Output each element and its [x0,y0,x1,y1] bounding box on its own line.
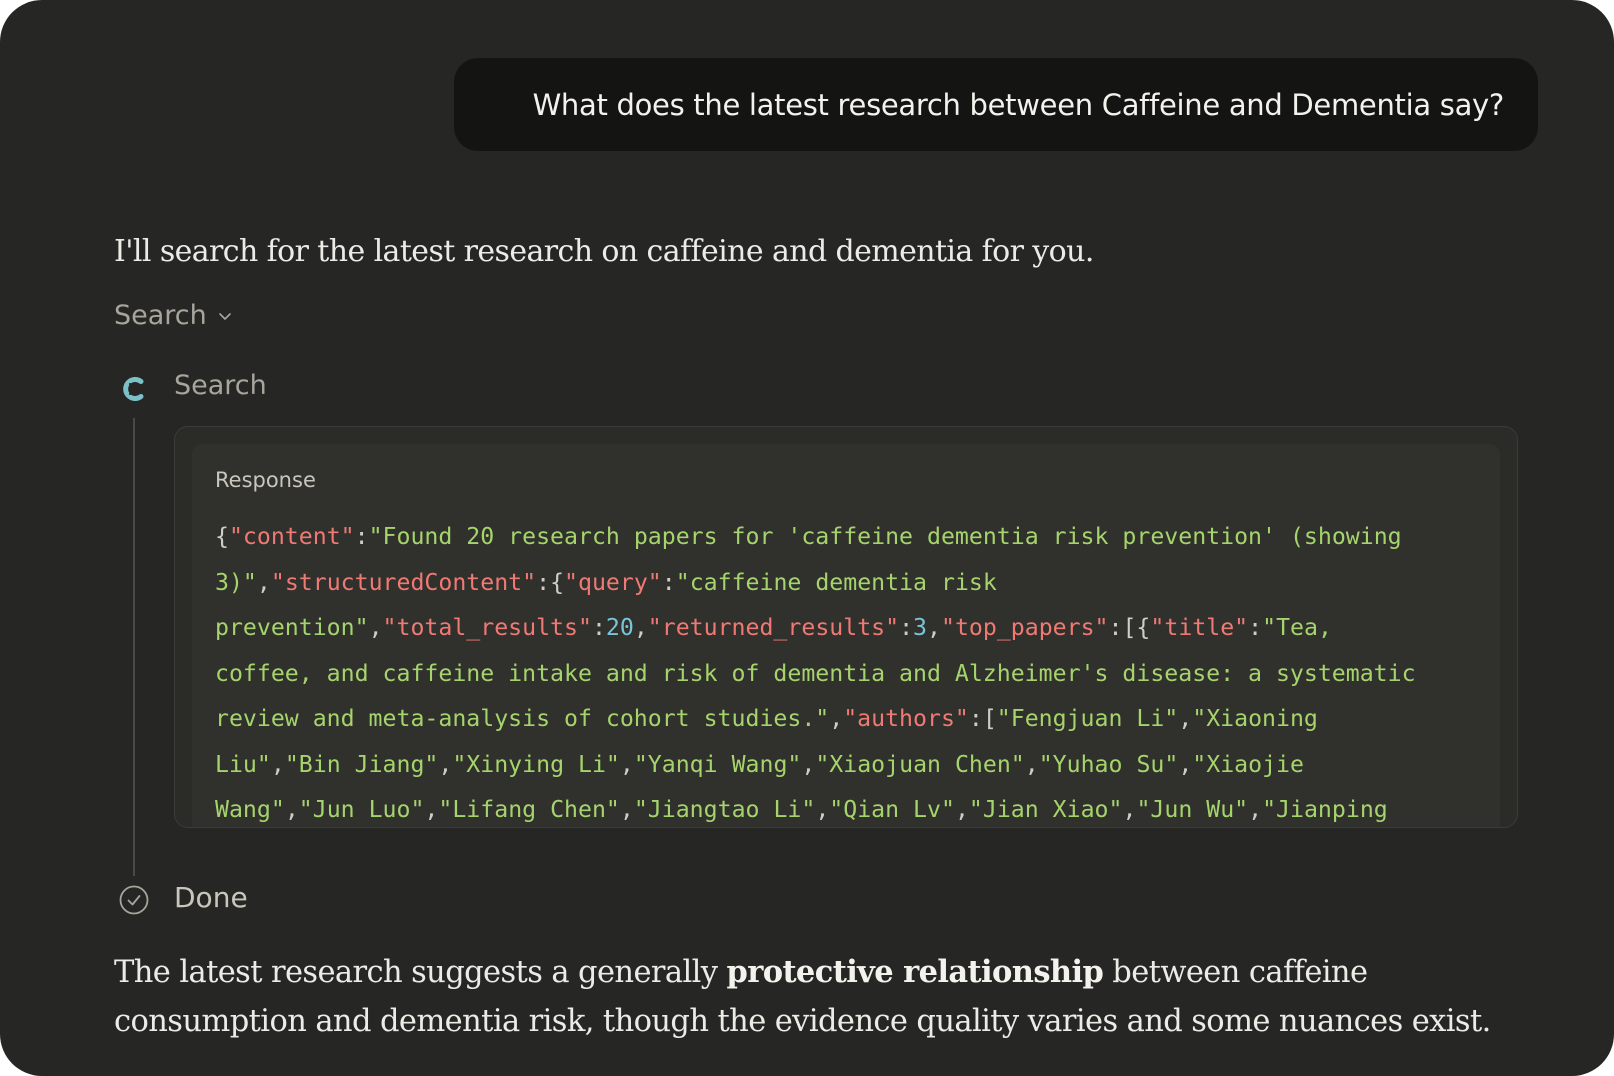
code-token: : [591,614,606,641]
code-token: , [270,750,285,778]
code-token: "Jun Wu" [1136,796,1249,823]
response-content-area: Response {"content":"Found 20 research p… [192,444,1500,827]
code-token: "Bin Jiang" [284,750,439,778]
code-token: , [284,796,299,823]
code-token: , [1178,750,1193,778]
code-token: , [1024,750,1039,778]
code-token: , [438,750,453,778]
code-token: , [619,796,634,823]
code-token: "Fengjuan Li" [996,705,1179,732]
answer-text-start: The latest research suggests a generally [114,955,727,990]
code-token: , [1122,796,1137,823]
code-token: :{ [536,568,565,596]
code-token: 3 [913,614,928,641]
code-token: , [801,750,816,778]
chat-window: What does the latest research between Ca… [0,0,1614,1076]
code-token: "caffeine dementia risk [675,568,997,596]
code-token: "content" [228,523,355,550]
code-token: 3)" [215,568,257,596]
code-token: "returned_results" [647,614,900,641]
code-token: "Jian Xiao" [968,796,1123,823]
code-token: , [1248,796,1263,823]
code-line: review and meta-analysis of cohort studi… [215,696,1455,742]
code-token: , [424,796,439,823]
code-line: Wang","Jun Luo","Lifang Chen","Jiangtao … [215,787,1455,827]
code-token: "Lifang Chen" [438,796,620,823]
code-token: "Yanqi Wang" [633,750,802,778]
code-token: "query" [564,568,662,596]
response-title: Response [215,468,316,492]
code-token: "Xinying Li" [452,750,620,778]
code-line: {"content":"Found 20 research papers for… [215,514,1455,560]
code-token: : [899,614,914,641]
assistant-answer-text: The latest research suggests a generally… [114,948,1554,1046]
done-status-label: Done [174,881,248,914]
code-line: prevention","total_results":20,"returned… [215,605,1455,651]
code-token: 20 [605,614,634,641]
code-token: "authors" [843,705,969,732]
timeline-connector [133,418,135,876]
code-token: : [354,523,369,550]
code-token: coffee, and caffeine intake and risk of … [215,659,1416,687]
answer-bold-phrase: protective relationship [726,954,1104,990]
code-token: "top_papers" [940,614,1109,641]
check-circle-icon [119,885,149,915]
code-token: { [215,523,229,550]
code-token: "total_results" [382,614,592,641]
code-token: "Jianping [1262,796,1388,823]
code-token: "Xiaojuan Chen" [815,750,1025,778]
code-token: :[ [968,705,997,732]
code-token: , [619,750,634,778]
code-token: "Jun Luo" [298,796,425,823]
code-token: : [661,568,676,596]
code-token: :[{ [1108,614,1151,641]
code-token: , [954,796,969,823]
code-token: "structuredContent" [270,568,537,596]
code-token: "Xiaojie [1192,750,1304,778]
user-message-bubble: What does the latest research between Ca… [454,58,1538,151]
code-token: , [829,705,844,732]
code-token: , [256,568,271,596]
code-token: review and meta-analysis of cohort studi… [215,705,830,732]
code-token: : [1248,614,1263,641]
code-token: "title" [1150,614,1249,641]
code-token: , [368,614,383,641]
code-token: Wang" [215,796,285,823]
code-token: "Xiaoning [1192,705,1318,732]
tool-step-label: Search [174,370,267,401]
code-token: , [815,796,830,823]
code-token: , [633,614,648,641]
code-line: coffee, and caffeine intake and risk of … [215,651,1455,697]
chevron-down-icon [218,312,231,320]
code-token: prevention" [215,614,369,641]
code-token: Liu" [215,750,271,778]
user-message-text: What does the latest research between Ca… [532,87,1505,122]
tool-response-panel[interactable]: Response {"content":"Found 20 research p… [174,426,1518,828]
assistant-intro-text: I'll search for the latest research on c… [114,234,1094,269]
code-token: , [927,614,941,641]
code-token: "Jiangtao Li" [633,796,816,823]
search-toggle-label: Search [114,300,207,331]
code-token: "Tea, [1262,614,1332,641]
code-line: Liu","Bin Jiang","Xinying Li","Yanqi Wan… [215,742,1455,788]
code-token: "Qian Lv" [829,796,955,823]
search-toggle-button[interactable]: Search [114,300,233,331]
code-line: 3)","structuredContent":{"query":"caffei… [215,560,1455,606]
response-json-code: {"content":"Found 20 research papers for… [215,514,1455,827]
code-token: , [1178,705,1193,732]
tool-logo-icon [123,377,144,401]
code-token: "Yuhao Su" [1038,750,1179,778]
code-token: "Found 20 research papers for 'caffeine … [368,523,1402,550]
